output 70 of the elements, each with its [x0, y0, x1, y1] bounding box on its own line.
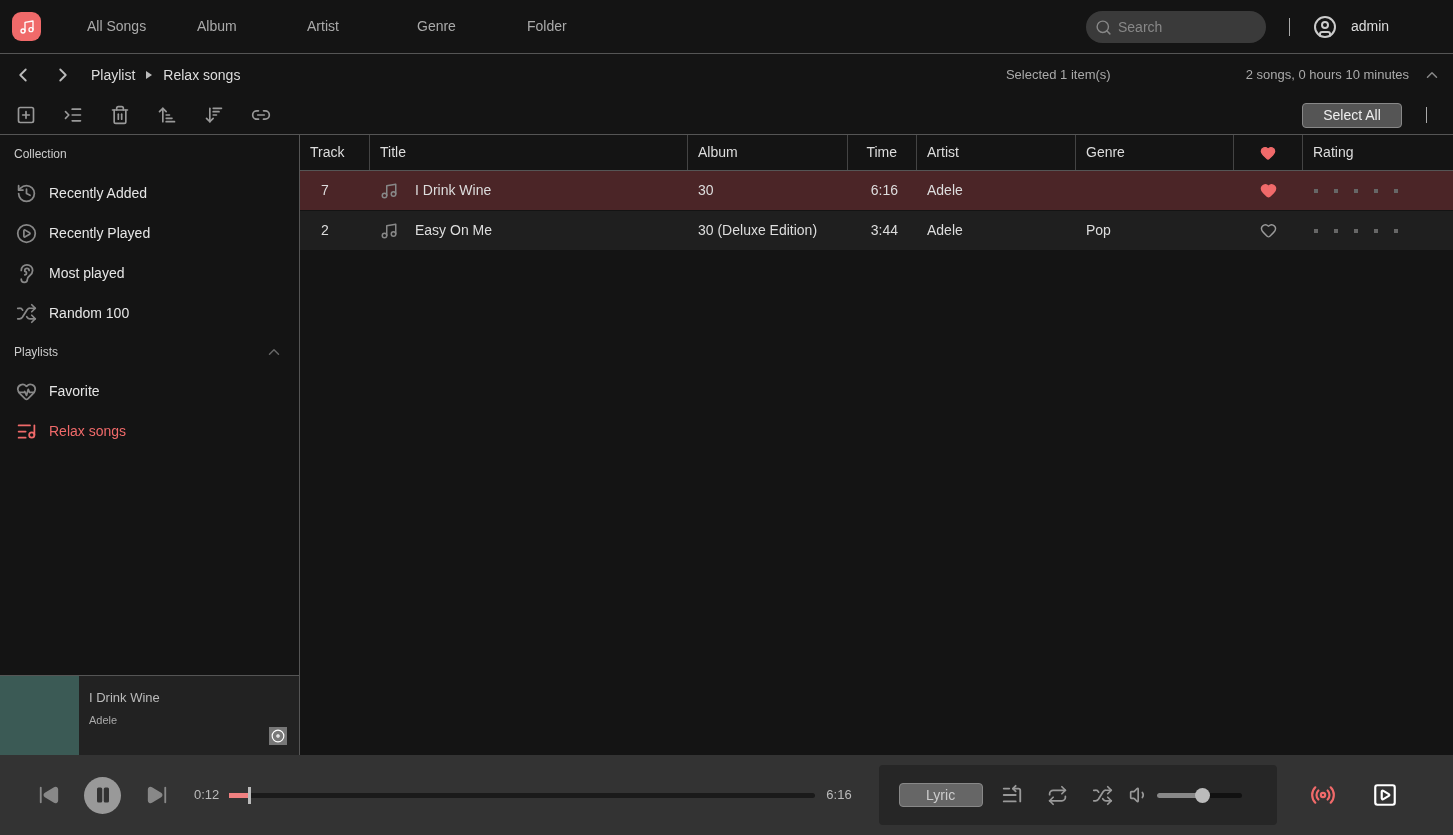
elapsed-time: 0:12	[194, 786, 220, 805]
queue-icon[interactable]	[63, 105, 83, 125]
sidebar-item[interactable]: Favorite	[0, 371, 299, 411]
user-avatar-icon[interactable]	[1313, 14, 1337, 39]
track-artist: Adele	[89, 712, 119, 728]
add-icon[interactable]	[16, 105, 36, 125]
search-field[interactable]: Search	[1086, 10, 1266, 43]
section-header: Playlists	[14, 344, 58, 361]
music-note-icon	[380, 181, 398, 200]
caret-icon	[146, 71, 153, 79]
sidebar-item[interactable]: Random 100	[0, 293, 299, 333]
nav-tab[interactable]: Genre	[417, 16, 527, 37]
table-cell: Pop	[1086, 222, 1111, 238]
sort-down-icon[interactable]	[204, 105, 224, 125]
sidebar-item[interactable]: Most played	[0, 253, 299, 293]
column-header[interactable]: Title	[380, 142, 406, 163]
playlist-summary: 2 songs, 0 hours 10 minutes	[1245, 66, 1409, 85]
column-header[interactable]: Track	[310, 142, 345, 163]
sidebar-item[interactable]: Recently Played	[0, 213, 299, 253]
heart-icon[interactable]	[1260, 182, 1277, 199]
sidebar-item[interactable]: Relax songs	[0, 411, 299, 451]
column-header[interactable]: Time	[866, 142, 897, 163]
table-cell: 2	[321, 222, 329, 238]
favorite-column-icon[interactable]	[1260, 144, 1276, 161]
table-row[interactable]: 2 Easy On Me 30 (Deluxe Edition) 3:44 Adele Pop	[300, 211, 1453, 251]
play-pause-button[interactable]	[84, 776, 121, 814]
lyric-button[interactable]: Lyric	[898, 783, 983, 807]
section-header: Collection	[14, 146, 67, 163]
nav-tab[interactable]: All Songs	[87, 16, 197, 37]
nav-tab[interactable]: Folder	[527, 16, 637, 37]
table-cell: 30 (Deluxe Edition)	[698, 222, 818, 238]
column-header[interactable]: Artist	[927, 142, 959, 163]
app-logo	[12, 12, 41, 41]
user-name[interactable]: admin	[1351, 16, 1441, 37]
table-cell-text: I Drink Wine	[415, 181, 492, 200]
shuffle-icon	[16, 302, 37, 324]
volume-handle[interactable]	[1195, 787, 1211, 803]
breadcrumb-link[interactable]: Playlist	[91, 64, 136, 86]
disc-icon[interactable]	[269, 727, 287, 745]
sort-up-icon[interactable]	[157, 105, 177, 125]
selection-info: Selected 1 item(s)	[1005, 66, 1111, 85]
table-cell-text: 3:44	[870, 221, 898, 240]
progress-handle[interactable]	[247, 786, 251, 804]
table-cell: 7	[321, 182, 329, 198]
next-icon[interactable]	[146, 784, 168, 806]
track-title: I Drink Wine	[89, 689, 161, 707]
table-cell: 30	[698, 182, 714, 198]
search-icon	[1095, 18, 1112, 36]
shuffle-icon[interactable]	[1091, 784, 1113, 806]
table-cell-text: 6:16	[870, 181, 898, 200]
table-row[interactable]: 7 I Drink Wine 30 6:16 Adele	[300, 171, 1453, 211]
breadcrumb-current: Relax songs	[163, 65, 241, 85]
duration-time: 6:16	[826, 786, 852, 805]
nav-tab[interactable]: Artist	[307, 16, 417, 37]
repeat-icon[interactable]	[1046, 784, 1068, 806]
delete-icon[interactable]	[110, 105, 130, 125]
video-icon[interactable]	[1371, 782, 1398, 808]
select-all-button[interactable]: Select All	[1302, 102, 1402, 128]
table-cell: Adele	[927, 182, 963, 198]
column-header[interactable]: Rating	[1313, 142, 1354, 163]
heart-icon[interactable]	[1260, 222, 1277, 239]
column-header[interactable]: Genre	[1086, 142, 1125, 163]
sidebar-item[interactable]: Recently Added	[0, 173, 299, 213]
table-cell-text: Easy On Me	[415, 221, 493, 240]
table-cell: Adele	[927, 222, 963, 238]
progress-track[interactable]	[229, 786, 816, 804]
column-header[interactable]: Album	[698, 142, 738, 163]
previous-icon[interactable]	[38, 784, 60, 806]
nav-tab[interactable]: Album	[197, 16, 307, 37]
music-note-icon	[380, 221, 398, 240]
